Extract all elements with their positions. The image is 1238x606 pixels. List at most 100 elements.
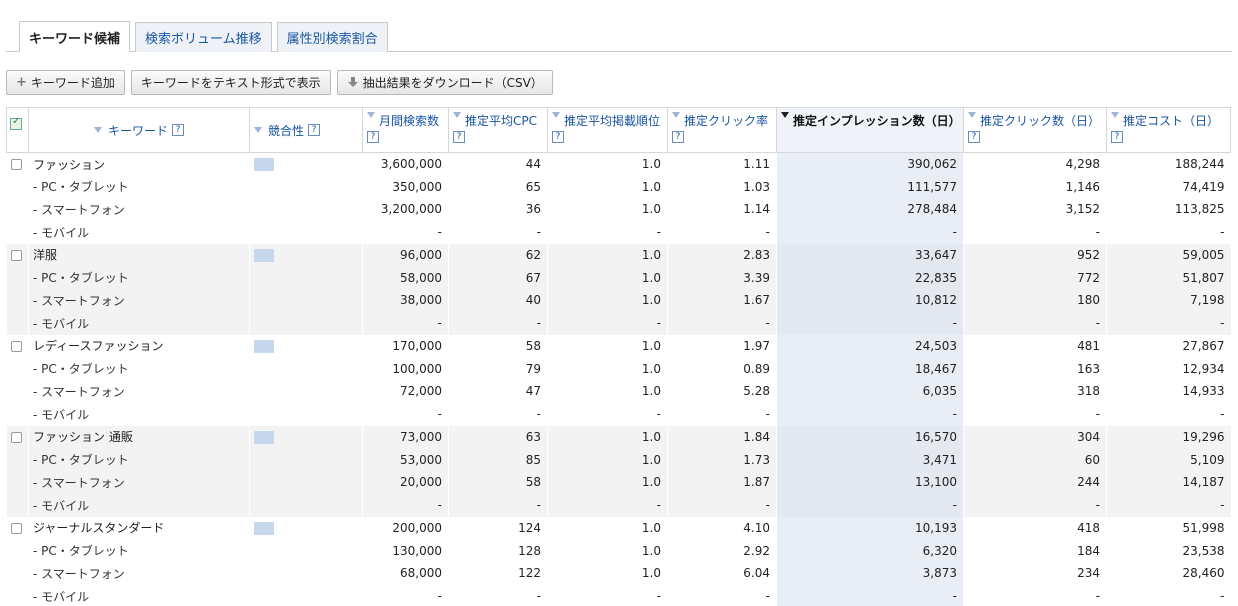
toolbar: + キーワード追加 キーワードをテキスト形式で表示 抽出結果をダウンロード（CS… [6, 70, 553, 95]
help-icon[interactable]: ? [968, 130, 980, 143]
impressions-header-label: 推定インプレッション数（日） [793, 114, 961, 128]
avg-position-cell: 1.0 [547, 562, 668, 585]
cost-cell: 51,998 [1106, 516, 1231, 540]
keyword-cell: ファッション 通販 [28, 425, 250, 449]
table-subrow: - モバイル - - - - - - - [6, 220, 1231, 244]
impressions-header[interactable]: 推定インプレッション数（日） [776, 107, 964, 153]
avg-position-cell: - [547, 493, 668, 517]
cost-cell: - [1106, 493, 1231, 517]
avg-position-cell: 1.0 [547, 539, 668, 562]
add-keyword-button[interactable]: + キーワード追加 [6, 70, 125, 95]
avg-position-cell: - [547, 220, 668, 244]
monthly-searches-header[interactable]: 月間検索数 ? [362, 107, 449, 153]
avg-position-cell: 1.0 [547, 471, 668, 494]
monthly-searches-cell: 68,000 [362, 562, 449, 585]
keyword-cell: ファッション [28, 152, 250, 176]
clicks-cell: - [963, 220, 1107, 244]
row-select-cell [6, 584, 29, 606]
table-header-row: キーワード ? 競合性 ? 月間検索数 ? 推定平均CPC ? 推定平均 [6, 107, 1231, 153]
avg-cpc-cell: 63 [448, 425, 548, 449]
monthly-searches-cell: 130,000 [362, 539, 449, 562]
row-select-cell [6, 380, 29, 403]
table-subrow: - モバイル - - - - - - - [6, 584, 1231, 606]
keyword-cell: - PC・タブレット [28, 357, 250, 380]
avg-position-cell: 1.0 [547, 334, 668, 358]
clicks-cell: - [963, 584, 1107, 606]
cost-cell: 74,419 [1106, 175, 1231, 198]
cost-cell: - [1106, 402, 1231, 426]
keyword-header[interactable]: キーワード ? [28, 107, 250, 153]
impressions-cell: 16,570 [776, 425, 964, 449]
avg-cpc-cell: 36 [448, 198, 548, 221]
impressions-cell: - [776, 493, 964, 517]
cost-cell: 28,460 [1106, 562, 1231, 585]
row-checkbox[interactable] [11, 340, 22, 352]
help-icon[interactable]: ? [308, 124, 321, 136]
clicks-cell: 481 [963, 334, 1107, 358]
tab-keyword-candidates[interactable]: キーワード候補 [19, 21, 131, 52]
table-subrow: - モバイル - - - - - - - [6, 311, 1231, 335]
show-as-text-button[interactable]: キーワードをテキスト形式で表示 [130, 70, 331, 95]
ctr-cell: 3.39 [667, 266, 777, 289]
sort-arrow-icon [367, 112, 375, 118]
monthly-searches-cell: - [362, 493, 449, 517]
table-subrow: - PC・タブレット 350,000 65 1.0 1.03 111,577 1,146 74… [6, 175, 1231, 198]
avg-position-cell: - [547, 311, 668, 335]
help-icon[interactable]: ? [172, 124, 184, 136]
competition-bar [254, 430, 274, 444]
avg-position-cell: 1.0 [547, 289, 668, 312]
avg-position-header[interactable]: 推定平均掲載順位 ? [547, 107, 668, 153]
ctr-cell: 1.87 [667, 471, 777, 494]
table-subrow: - スマートフォン 20,000 58 1.0 1.87 13,100 244 14,187 [6, 471, 1231, 494]
table-subrow: - スマートフォン 38,000 40 1.0 1.67 10,812 180 7,198 [6, 289, 1231, 312]
select-all-checkbox[interactable] [10, 116, 22, 130]
ctr-cell: - [667, 402, 777, 426]
cost-cell: 59,005 [1106, 243, 1231, 267]
row-checkbox[interactable] [11, 431, 22, 443]
ctr-cell: 1.73 [667, 448, 777, 471]
avg-cpc-cell: 85 [448, 448, 548, 471]
tab-search-volume-trend[interactable]: 検索ボリューム推移 [135, 22, 272, 52]
clicks-cell: 418 [963, 516, 1107, 540]
competition-cell [249, 516, 363, 540]
ctr-cell: 1.84 [667, 425, 777, 449]
help-icon[interactable]: ? [1111, 130, 1123, 143]
ctr-header-label: 推定クリック率 [684, 114, 769, 128]
table-subrow: - モバイル - - - - - - - [6, 402, 1231, 426]
clicks-header[interactable]: 推定クリック数（日） ? [963, 107, 1107, 153]
row-checkbox[interactable] [11, 249, 22, 261]
clicks-cell: - [963, 311, 1107, 335]
impressions-cell: 278,484 [776, 198, 964, 221]
avg-cpc-header[interactable]: 推定平均CPC ? [448, 107, 548, 153]
keyword-cell: 洋服 [28, 243, 250, 267]
avg-cpc-cell: - [448, 584, 548, 606]
ctr-cell: 1.14 [667, 198, 777, 221]
avg-position-cell: 1.0 [547, 357, 668, 380]
row-select-cell [6, 562, 29, 585]
keyword-cell: - モバイル [28, 584, 250, 606]
row-select-cell [6, 539, 29, 562]
avg-cpc-cell: - [448, 493, 548, 517]
avg-cpc-cell: 124 [448, 516, 548, 540]
row-checkbox[interactable] [11, 159, 22, 171]
competition-bar [254, 521, 274, 535]
help-icon[interactable]: ? [552, 130, 564, 143]
avg-cpc-cell: 47 [448, 380, 548, 403]
ctr-header[interactable]: 推定クリック率 ? [667, 107, 777, 153]
help-icon[interactable]: ? [672, 130, 684, 143]
help-icon[interactable]: ? [367, 130, 379, 143]
impressions-cell: 10,193 [776, 516, 964, 540]
competition-cell [249, 311, 363, 335]
keyword-header-label: キーワード [107, 123, 168, 138]
row-checkbox[interactable] [11, 522, 22, 534]
competition-cell [249, 562, 363, 585]
cost-header[interactable]: 推定コスト（日） ? [1106, 107, 1231, 153]
monthly-searches-cell: 53,000 [362, 448, 449, 471]
ctr-cell: - [667, 493, 777, 517]
ctr-cell: 2.92 [667, 539, 777, 562]
help-icon[interactable]: ? [453, 130, 465, 143]
tab-attribute-search-ratio[interactable]: 属性別検索割合 [276, 22, 388, 52]
competition-header[interactable]: 競合性 ? [249, 107, 363, 153]
download-csv-button[interactable]: 抽出結果をダウンロード（CSV） [336, 70, 553, 95]
avg-position-cell: 1.0 [547, 448, 668, 471]
